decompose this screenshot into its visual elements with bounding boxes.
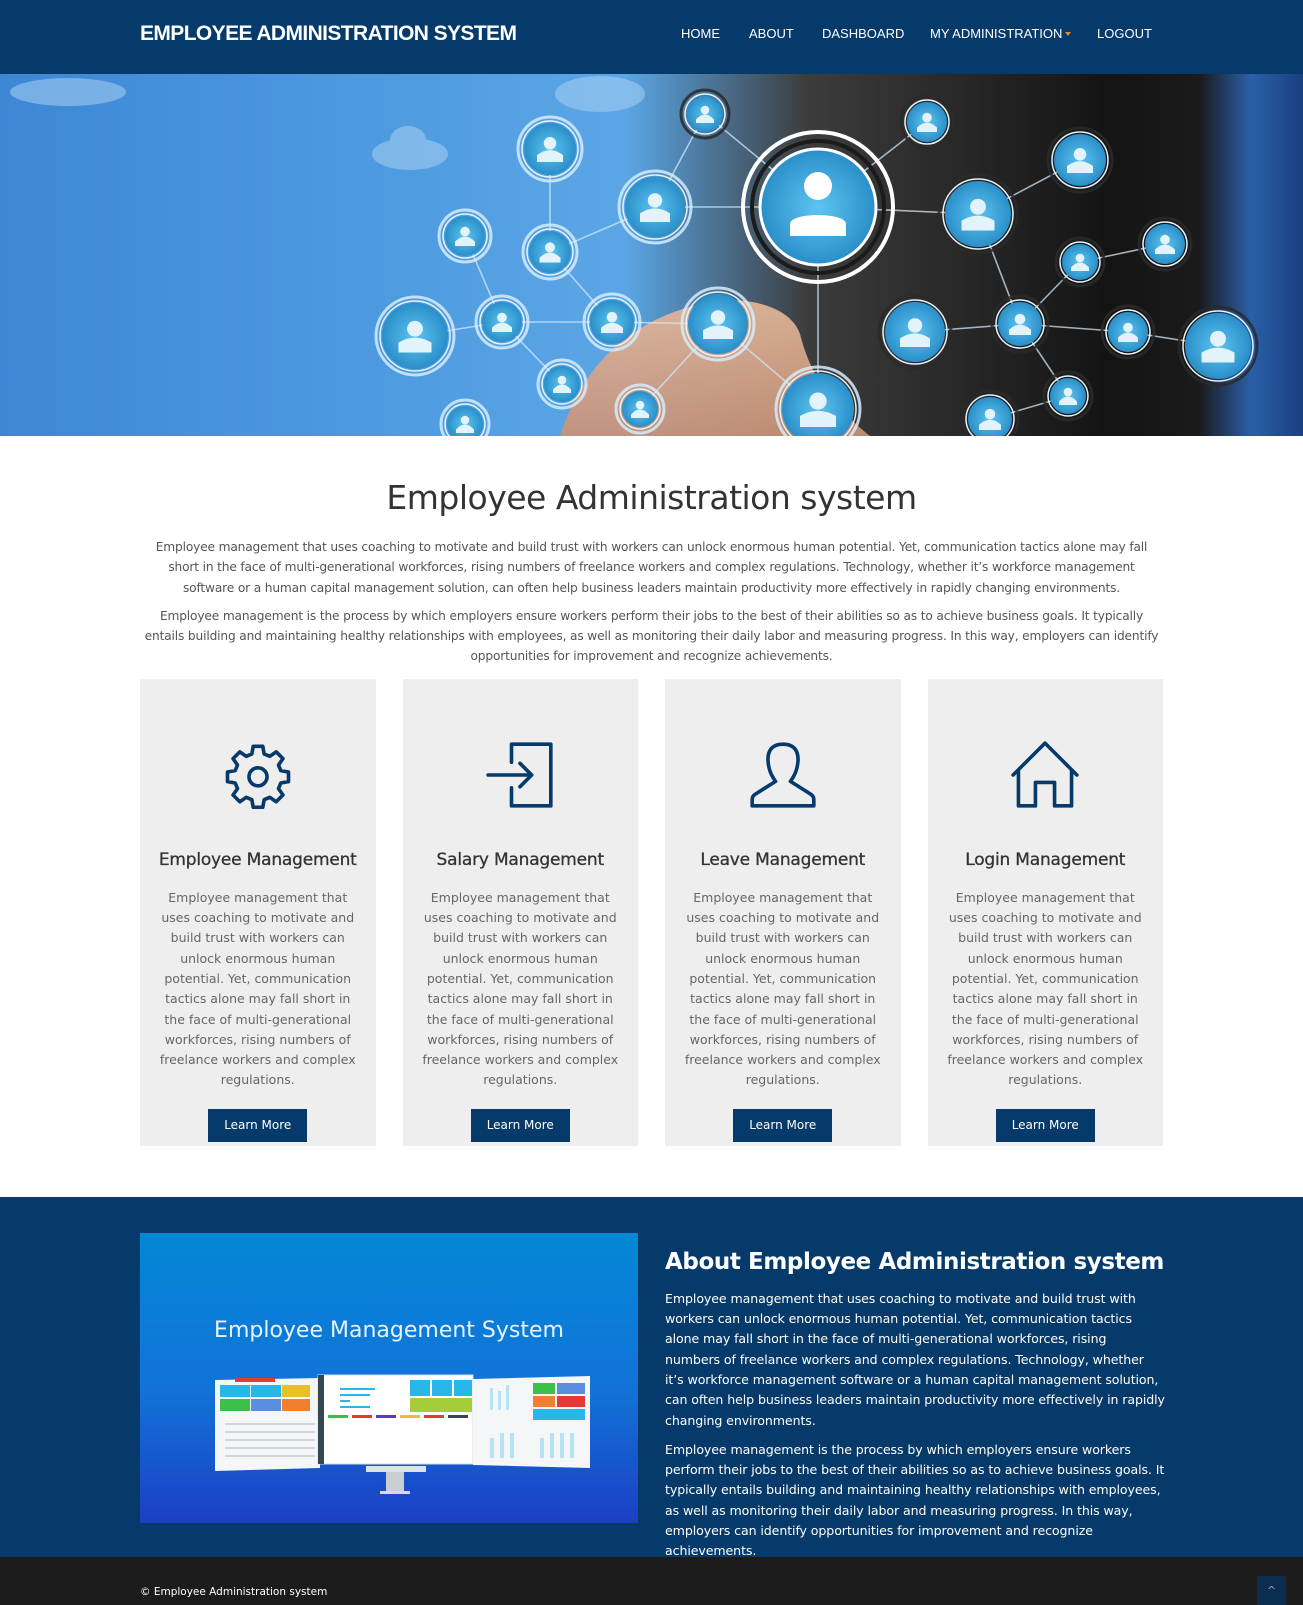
- user-node-icon: [474, 294, 530, 350]
- about-section: Employee Management System About Employe…: [0, 1196, 1303, 1558]
- footer: © Employee Administration system ^: [0, 1556, 1303, 1605]
- nav-home[interactable]: HOME: [681, 26, 720, 41]
- user-node-icon: [679, 88, 731, 140]
- about-paragraph-2: Employee management is the process by wh…: [665, 1441, 1165, 1559]
- user-node-icon: [617, 169, 693, 245]
- navbar: EMPLOYEE ADMINISTRATION SYSTEM HOME ABOU…: [0, 0, 1303, 74]
- user-icon: [750, 742, 816, 808]
- user-node-icon: [439, 398, 491, 436]
- caret-down-icon: [1065, 32, 1072, 36]
- chevron-up-icon: ^: [1266, 1583, 1277, 1597]
- user-node-icon: [1137, 216, 1193, 272]
- user-node-icon: [899, 94, 955, 150]
- user-node-icon: [1054, 236, 1106, 288]
- central-user-node: [741, 130, 895, 284]
- learn-more-button[interactable]: Learn More: [208, 1108, 308, 1142]
- about-paragraph-1: Employee management that uses coaching t…: [665, 1290, 1165, 1428]
- gear-icon: [225, 744, 291, 809]
- feature-cards: Employee Management Employee management …: [140, 678, 1163, 1146]
- user-node-icon: [1177, 305, 1259, 387]
- back-to-top-button[interactable]: ^: [1257, 1575, 1286, 1605]
- card-employee-management: Employee Management Employee management …: [140, 678, 376, 1146]
- copyright-text: © Employee Administration system: [140, 1585, 328, 1598]
- user-node-icon: [516, 115, 584, 183]
- about-text: About Employee Administration system Emp…: [665, 1249, 1165, 1571]
- hero-network-illustration: [10, 76, 1259, 436]
- user-node-icon: [582, 292, 642, 352]
- card-title: Employee Management: [158, 849, 357, 870]
- nav-dashboard[interactable]: DASHBOARD: [822, 26, 904, 41]
- hero-banner: [0, 74, 1303, 436]
- center-monitor: [317, 1374, 474, 1494]
- right-screen: [473, 1375, 590, 1468]
- learn-more-button[interactable]: Learn More: [733, 1108, 833, 1142]
- user-node-icon: [680, 286, 756, 362]
- user-node-icon: [536, 358, 588, 410]
- brand-logo[interactable]: EMPLOYEE ADMINISTRATION SYSTEM: [140, 22, 517, 46]
- intro-paragraph-1: Employee management that uses coaching t…: [155, 540, 1148, 595]
- user-node-icon: [521, 223, 579, 281]
- user-node-icon: [1100, 304, 1156, 360]
- about-title: About Employee Administration system: [665, 1248, 1164, 1275]
- about-image: Employee Management System: [140, 1232, 638, 1523]
- intro-section: Employee Administration system Employee …: [0, 436, 1303, 667]
- nav-my-administration-label: MY ADMINISTRATION: [930, 26, 1063, 41]
- user-node-icon: [774, 365, 862, 436]
- nav-logout[interactable]: LOGOUT: [1097, 26, 1152, 41]
- user-node-icon: [1046, 126, 1114, 194]
- user-node-icon: [960, 389, 1020, 436]
- card-login-management: Login Management Employee management tha…: [927, 678, 1163, 1146]
- intro-paragraph-2: Employee management is the process by wh…: [144, 608, 1159, 664]
- dashboard-monitor-illustration: [215, 1374, 590, 1494]
- user-node-icon: [1042, 370, 1094, 422]
- card-text: Employee management that uses coaching t…: [684, 889, 881, 1088]
- user-node-icon: [937, 173, 1019, 255]
- left-screen: [215, 1377, 320, 1471]
- card-text: Employee management that uses coaching t…: [947, 889, 1144, 1088]
- card-title: Login Management: [965, 849, 1126, 870]
- learn-more-button[interactable]: Learn More: [470, 1108, 570, 1142]
- learn-more-button[interactable]: Learn More: [995, 1108, 1095, 1142]
- user-node-icon: [437, 208, 493, 264]
- user-node-icon: [990, 294, 1050, 354]
- user-node-icon: [374, 295, 456, 377]
- card-salary-management: Salary Management Employee management th…: [402, 678, 638, 1146]
- card-text: Employee management that uses coaching t…: [422, 889, 619, 1088]
- card-text: Employee management that uses coaching t…: [159, 889, 356, 1088]
- card-title: Salary Management: [436, 849, 604, 870]
- nav-about[interactable]: ABOUT: [749, 26, 794, 41]
- sign-in-icon: [486, 742, 553, 808]
- nav-my-administration[interactable]: MY ADMINISTRATION: [930, 26, 1072, 41]
- card-leave-management: Leave Management Employee management tha…: [665, 678, 901, 1146]
- home-icon: [1011, 741, 1079, 808]
- user-node-icon: [877, 294, 953, 370]
- user-node-icon: [614, 383, 666, 435]
- card-title: Leave Management: [700, 849, 866, 870]
- page-title: Employee Administration system: [386, 478, 917, 517]
